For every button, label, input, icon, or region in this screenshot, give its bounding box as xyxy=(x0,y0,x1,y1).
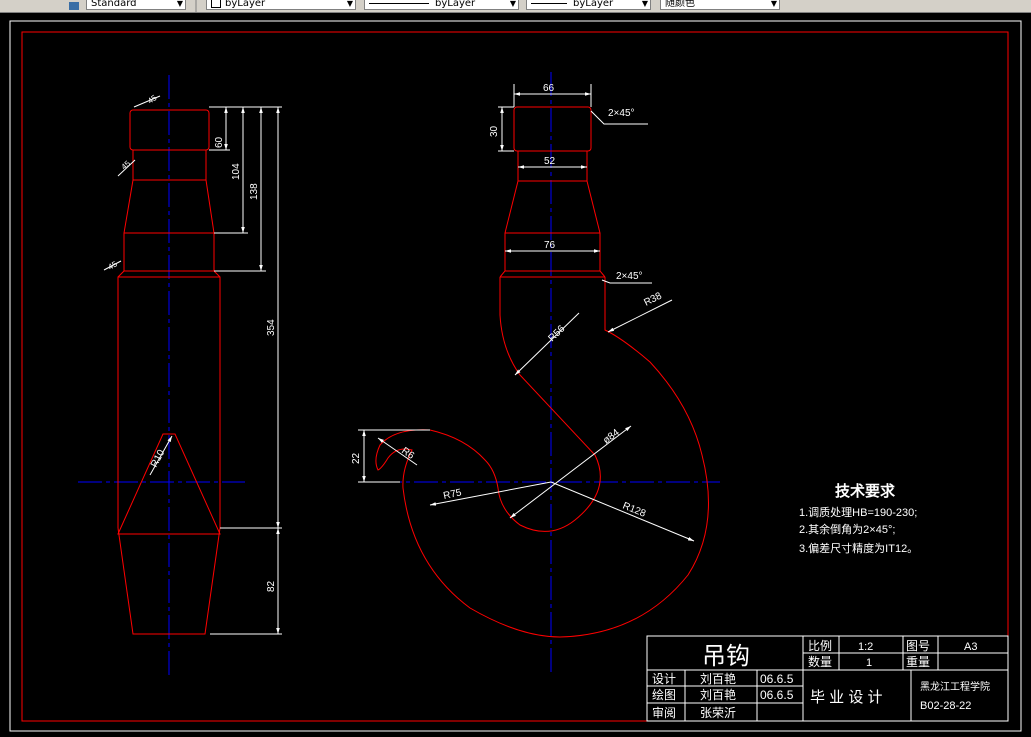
weight-label: 重量 xyxy=(906,655,930,669)
chevron-down-icon: ▼ xyxy=(770,0,777,8)
sheet-border xyxy=(9,20,1022,732)
dim-66-label: 66 xyxy=(543,83,555,94)
chevron-down-icon: ▼ xyxy=(509,0,516,8)
project-label: 毕 业 设 计 xyxy=(810,689,883,706)
dim-138-label: 138 xyxy=(249,183,260,200)
design-label: 设计 xyxy=(652,672,676,686)
chevron-down-icon: ▼ xyxy=(346,0,353,8)
linetype-sample-icon xyxy=(369,2,429,4)
color-swatch-icon xyxy=(211,0,221,8)
part-name: 吊钩 xyxy=(702,643,750,670)
text-style-value: Standard xyxy=(91,0,137,9)
notes-line-1: 1.调质处理HB=190-230; xyxy=(799,506,917,519)
review-name: 张荣沂 xyxy=(700,706,736,720)
dim-52-label: 52 xyxy=(544,156,556,167)
chevron-down-icon: ▼ xyxy=(641,0,648,8)
lineweight-value: byLayer xyxy=(573,0,614,9)
dim-d84-label: ø84 xyxy=(601,427,622,446)
dim-76-label: 76 xyxy=(544,240,556,251)
text-style-select[interactable]: Standard ▼ xyxy=(86,0,186,10)
notes-line-3: 3.偏差尺寸精度为IT12。 xyxy=(799,541,918,555)
toolbar-grip-icon xyxy=(194,0,206,12)
design-name: 刘百艳 xyxy=(700,671,736,686)
dim-line-r128 xyxy=(550,481,695,542)
side-chamfer-low-label: 45 xyxy=(107,259,120,272)
drawing-code: B02-28-22 xyxy=(920,700,971,712)
technical-notes: 技术要求 1.调质处理HB=190-230; 2.其余倒角为2×45°; 3.偏… xyxy=(799,482,918,555)
dim-r128-label: R128 xyxy=(621,501,648,520)
notes-title: 技术要求 xyxy=(835,482,896,500)
lineweight-select[interactable]: byLayer ▼ xyxy=(526,0,651,10)
scale-value: 1:2 xyxy=(858,641,873,653)
drawing-no-label: 图号 xyxy=(906,639,930,653)
school-name: 黑龙江工程学院 xyxy=(920,680,990,693)
drawing-canvas[interactable]: 60 104 138 354 82 R10 45 45 45 66 30 52 … xyxy=(0,12,1031,737)
chamfer-top-label: 2×45° xyxy=(608,108,635,119)
drawing-no-value: A3 xyxy=(964,641,977,653)
layer-select[interactable]: byLayer ▼ xyxy=(206,0,356,10)
chamfer-mid-label: 2×45° xyxy=(616,271,643,282)
title-block: 吊钩 比例 1:2 图号 A3 数量 1 重量 设计 刘百艳 06.6.5 绘图… xyxy=(646,635,1009,722)
dim-22-label: 22 xyxy=(351,452,362,464)
qty-value: 1 xyxy=(866,657,872,669)
linetype-select[interactable]: byLayer ▼ xyxy=(364,0,519,10)
front-view: 66 30 52 76 2×45° 2×45° R38 R56 ø84 22 R… xyxy=(351,72,720,672)
design-date: 06.6.5 xyxy=(760,672,794,686)
drawing-frame xyxy=(21,31,1009,722)
dim-r6-label: R6 xyxy=(399,445,416,462)
draw-name: 刘百艳 xyxy=(700,687,736,702)
color-select[interactable]: 随颜色 ▼ xyxy=(660,0,780,10)
dim-line-r56 xyxy=(514,312,580,376)
layer-value: byLayer xyxy=(225,0,266,9)
dim-line-r38 xyxy=(607,299,673,333)
dim-82-label: 82 xyxy=(266,580,277,592)
chevron-down-icon: ▼ xyxy=(176,0,183,8)
dim-104-label: 104 xyxy=(231,163,242,180)
dim-354-label: 354 xyxy=(266,319,277,336)
text-style-icon xyxy=(68,0,80,10)
side-chamfer-mid-label: 45 xyxy=(120,159,133,172)
dim-30-label: 30 xyxy=(489,125,500,137)
linetype-value: byLayer xyxy=(435,0,476,9)
side-view: 60 104 138 354 82 R10 45 45 45 xyxy=(78,75,282,675)
dim-r10-label: R10 xyxy=(149,448,168,470)
review-label: 审阅 xyxy=(652,705,676,720)
qty-label: 数量 xyxy=(808,654,832,669)
draw-label: 绘图 xyxy=(652,687,676,702)
hook-body-outline xyxy=(375,277,709,638)
side-chamfer-top-label: 45 xyxy=(146,93,159,106)
draw-date: 06.6.5 xyxy=(760,688,794,702)
scale-label: 比例 xyxy=(808,639,832,653)
color-value: 随颜色 xyxy=(665,0,695,9)
notes-line-2: 2.其余倒角为2×45°; xyxy=(799,522,895,536)
lineweight-sample-icon xyxy=(531,2,567,4)
dim-60-label: 60 xyxy=(214,136,225,148)
